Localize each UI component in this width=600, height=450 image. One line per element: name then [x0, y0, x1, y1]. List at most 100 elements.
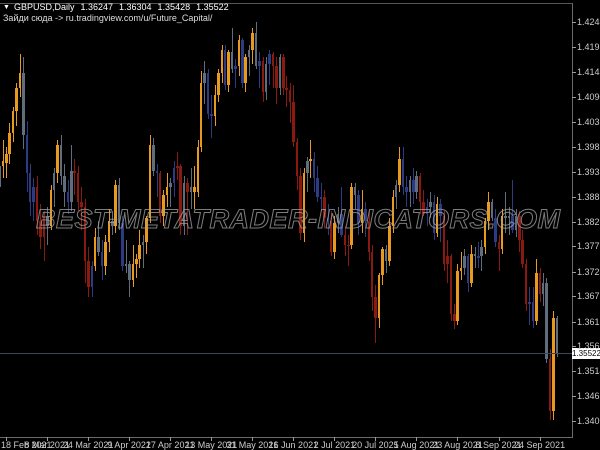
price-axis-label: 1.40380	[577, 116, 600, 127]
candle-body	[480, 246, 483, 257]
candle-body	[213, 94, 217, 117]
candle-wick	[2, 139, 4, 178]
price-tick	[572, 121, 576, 123]
candle-body	[535, 273, 538, 321]
candle-body	[316, 177, 319, 197]
ohlc-open-value: 1.36247	[80, 2, 113, 12]
candle-body	[555, 318, 559, 353]
chart-comment-text: Зайди сюда -> ru.tradingview.com/u/Futur…	[3, 13, 213, 23]
candle-body	[381, 249, 384, 276]
candle-body	[268, 54, 271, 64]
candle-wick	[529, 287, 531, 326]
candle-body	[152, 144, 155, 171]
candle-body	[1, 161, 5, 167]
candle-body	[56, 144, 59, 174]
candle-body	[377, 275, 381, 319]
price-axis-label: 1.41950	[577, 42, 600, 53]
candle-body	[18, 73, 22, 88]
candle-body	[76, 173, 80, 202]
candle-body	[155, 170, 159, 174]
ohlc-low-value: 1.35428	[157, 2, 191, 12]
candle-body	[217, 73, 220, 95]
candle-body	[275, 66, 278, 88]
bid-price-line	[0, 353, 572, 354]
price-axis-label: 1.38280	[577, 216, 600, 227]
price-tick	[572, 246, 576, 248]
candle-body	[128, 263, 131, 281]
candle-body	[63, 175, 66, 193]
price-axis-label: 1.35140	[577, 366, 600, 377]
date-axis-label: 24 Sep 2021	[514, 440, 566, 450]
candle-body	[193, 187, 196, 193]
price-axis-label: 1.39330	[577, 166, 600, 177]
candle-wick	[74, 158, 76, 195]
ohlc-high-value: 1.36304	[119, 2, 152, 12]
candle-body	[15, 87, 18, 112]
ohlc-close-value: 1.35522	[196, 2, 229, 12]
price-axis-label: 1.42480	[577, 17, 600, 27]
candle-body	[384, 249, 388, 262]
candle-body	[196, 147, 200, 193]
candle-body	[227, 51, 230, 86]
candle-wick	[474, 246, 476, 269]
candle-body	[247, 49, 251, 57]
candle-body	[141, 242, 145, 245]
price-axis-label: 1.36710	[577, 291, 600, 302]
price-axis-label: 1.34610	[577, 391, 600, 402]
candle-body	[100, 251, 104, 266]
candle-body	[11, 111, 15, 133]
candle-body	[220, 49, 223, 74]
price-axis-label: 1.41430	[577, 66, 600, 77]
candle-body	[309, 158, 312, 162]
mt4-chart-window: BEST-METATRADER-INDICATORS.COM 1.35522 ▼…	[0, 0, 600, 450]
candle-body	[470, 254, 473, 283]
price-tick	[572, 421, 576, 422]
candle-body	[186, 182, 189, 193]
candle-body	[169, 182, 172, 188]
candle-body	[25, 135, 29, 174]
symbol-dropdown-icon[interactable]: ▼	[3, 4, 10, 11]
candle-body	[473, 254, 477, 257]
candle-body	[374, 296, 377, 319]
candle-wick	[460, 251, 462, 281]
candle-body	[135, 258, 138, 264]
candle-body	[176, 166, 179, 169]
candle-body	[90, 265, 94, 288]
candle-wick	[259, 51, 261, 88]
candle-body	[459, 268, 463, 271]
candle-body	[165, 187, 169, 195]
candle-body	[124, 263, 128, 266]
candle-body	[66, 192, 70, 202]
candle-body	[52, 173, 56, 190]
candle-body	[237, 40, 241, 67]
candle-body	[93, 237, 97, 266]
candle-body	[282, 56, 285, 88]
candle-body	[548, 358, 552, 411]
watermark-text: BEST-METATRADER-INDICATORS.COM	[35, 204, 561, 235]
candle-body	[210, 113, 213, 117]
candle-body	[497, 242, 501, 250]
date-axis-label: 24 Mar 2021	[62, 440, 114, 450]
candle-body	[319, 197, 323, 199]
candle-wick	[125, 239, 127, 274]
candle-body	[8, 132, 11, 155]
candle-body	[288, 90, 292, 102]
candle-body	[0, 166, 1, 188]
candle-body	[251, 32, 254, 50]
price-tick	[572, 371, 576, 373]
price-axis-label: 1.35660	[577, 341, 600, 352]
candle-body	[261, 61, 265, 93]
candle-body	[258, 61, 261, 67]
candle-wick	[156, 163, 158, 197]
candle-body	[521, 239, 524, 264]
candle-body	[264, 63, 268, 93]
candle-body	[206, 73, 210, 114]
candle-body	[531, 301, 535, 321]
candle-body	[223, 49, 227, 86]
candle-wick	[348, 235, 350, 266]
candle-body	[292, 101, 295, 143]
price-axis-label: 1.37760	[577, 241, 600, 252]
price-tick	[572, 196, 576, 198]
candle-body	[189, 187, 193, 193]
candle-body	[199, 82, 203, 148]
